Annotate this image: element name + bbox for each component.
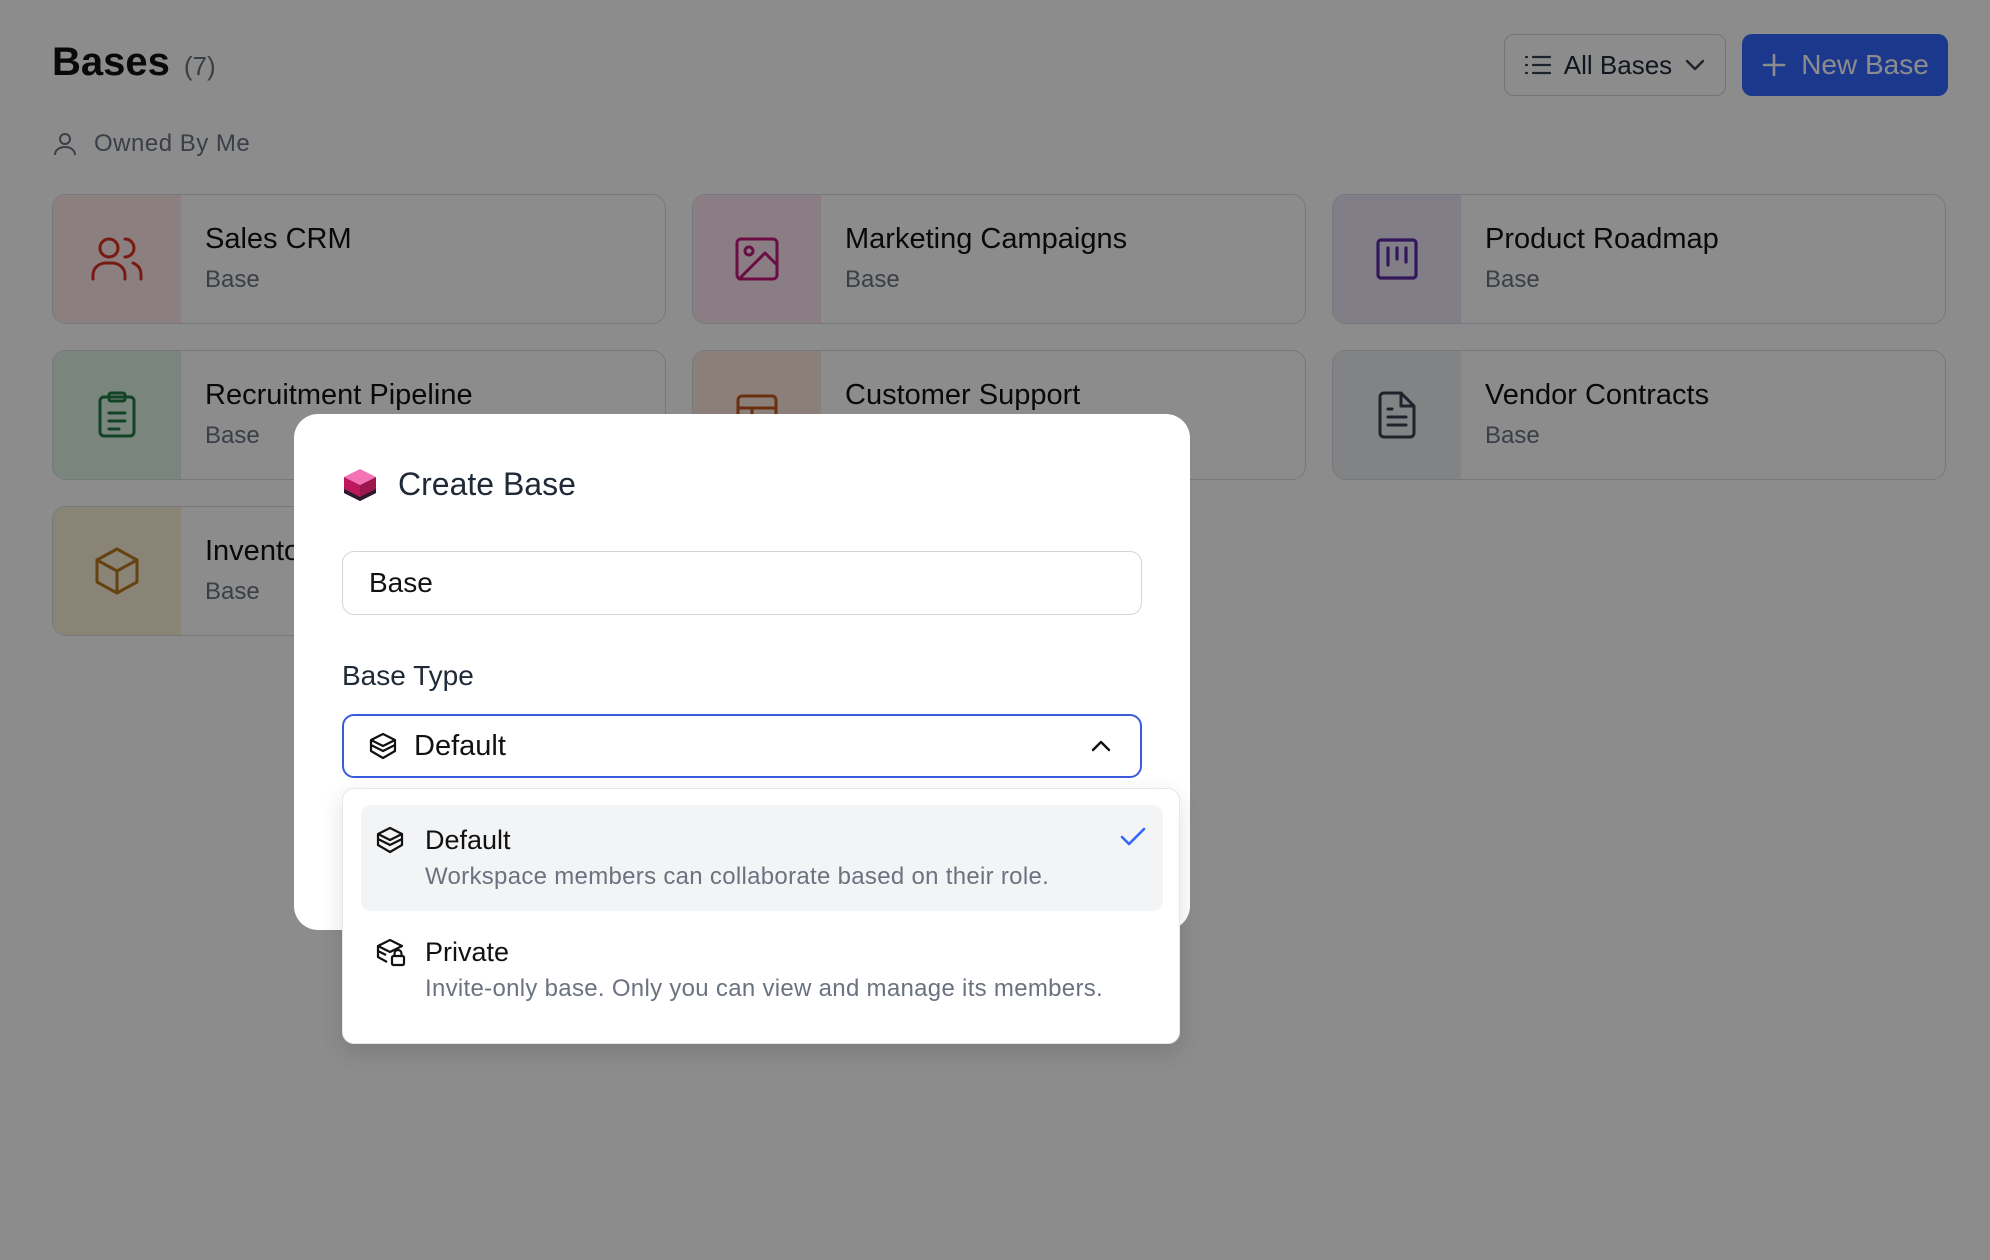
option-description: Workspace members can collaborate based … xyxy=(425,863,1050,890)
database-lock-icon xyxy=(376,938,406,967)
dialog-title: Create Base xyxy=(398,466,576,502)
selected-type: Default xyxy=(414,729,506,762)
base-type-label: Base Type xyxy=(342,660,474,691)
base-logo-icon xyxy=(344,468,376,501)
option-description: Invite-only base. Only you can view and … xyxy=(425,975,1104,1002)
option-private[interactable]: Private Invite-only base. Only you can v… xyxy=(361,917,1163,1023)
base-type-select[interactable]: Default xyxy=(342,714,1142,778)
dialog-header: Create Base xyxy=(342,466,576,503)
option-title: Private xyxy=(425,937,510,967)
option-default[interactable]: Default Workspace members can collaborat… xyxy=(361,805,1163,911)
database-icon xyxy=(376,826,404,854)
check-icon xyxy=(1120,827,1146,846)
option-title: Default xyxy=(425,825,511,855)
chevron-up-icon xyxy=(1091,740,1111,752)
database-icon xyxy=(369,732,397,760)
base-name-input[interactable] xyxy=(342,551,1142,615)
base-type-dropdown: Default Workspace members can collaborat… xyxy=(342,788,1180,1044)
